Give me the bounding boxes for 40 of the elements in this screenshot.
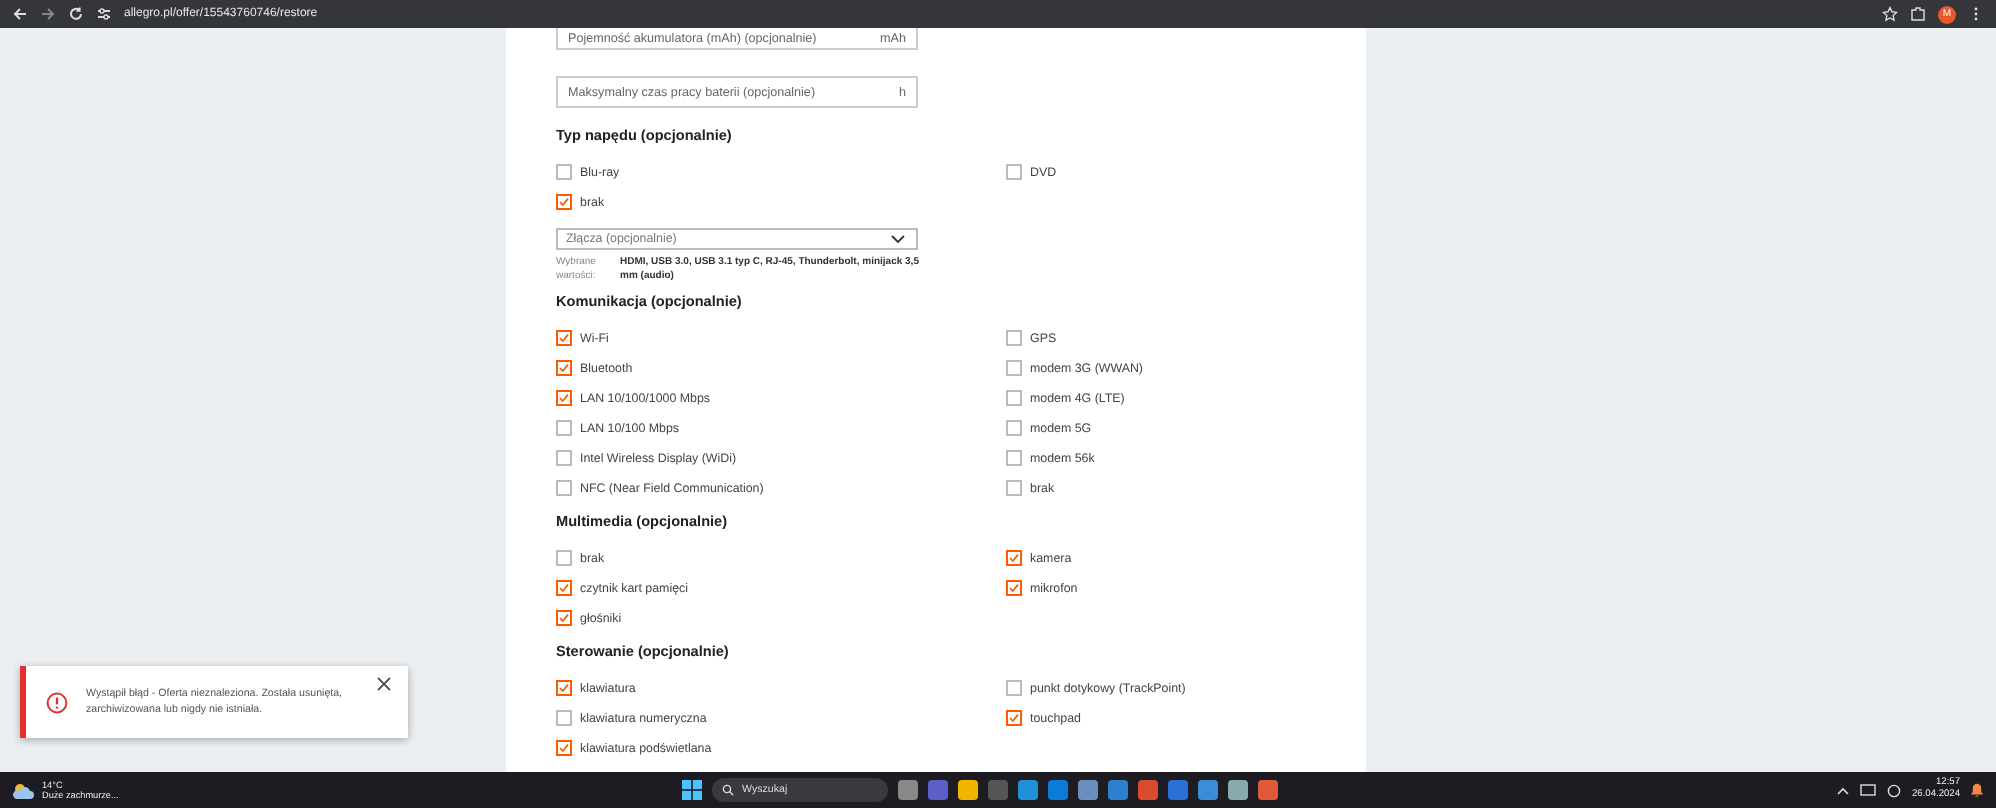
checkbox[interactable] [556, 420, 572, 436]
checkbox[interactable] [556, 710, 572, 726]
reload-icon[interactable] [68, 6, 84, 22]
checkbox[interactable] [556, 450, 572, 466]
checkbox[interactable] [1006, 420, 1022, 436]
checkbox[interactable] [556, 330, 572, 346]
chevron-icon[interactable] [1835, 785, 1850, 795]
display-icon[interactable] [1859, 783, 1876, 797]
checkbox[interactable] [556, 360, 572, 376]
site-settings-icon[interactable] [96, 6, 112, 22]
back-icon[interactable] [12, 6, 28, 22]
checkbox[interactable] [1006, 710, 1022, 726]
checkbox[interactable] [556, 740, 572, 756]
checkbox[interactable] [556, 610, 572, 626]
checkbox[interactable] [1006, 390, 1022, 406]
checkbox[interactable] [1006, 330, 1022, 346]
checkbox[interactable] [1006, 680, 1022, 696]
bell-icon[interactable] [1970, 782, 1984, 798]
checkbox[interactable] [1006, 480, 1022, 496]
checkbox[interactable] [1006, 550, 1022, 566]
checkbox[interactable] [1006, 360, 1022, 376]
chevron-icon [890, 234, 906, 244]
forward-icon[interactable] [40, 6, 56, 22]
checkbox[interactable] [556, 480, 572, 496]
checkbox[interactable] [556, 550, 572, 566]
error-icon [46, 691, 68, 713]
checkbox[interactable] [556, 390, 572, 406]
checkbox[interactable] [1006, 450, 1022, 466]
checkbox[interactable] [556, 164, 572, 180]
cloud-icon[interactable] [12, 781, 34, 799]
checkbox[interactable] [556, 580, 572, 596]
checkbox[interactable] [1006, 580, 1022, 596]
checkbox[interactable] [556, 194, 572, 210]
checkbox[interactable] [556, 680, 572, 696]
checkbox[interactable] [1006, 164, 1022, 180]
close-button[interactable] [376, 676, 392, 692]
search-icon [722, 784, 734, 796]
extensions-icon[interactable] [1910, 6, 1926, 22]
star-icon[interactable] [1882, 6, 1898, 22]
start-icon[interactable] [682, 780, 702, 800]
